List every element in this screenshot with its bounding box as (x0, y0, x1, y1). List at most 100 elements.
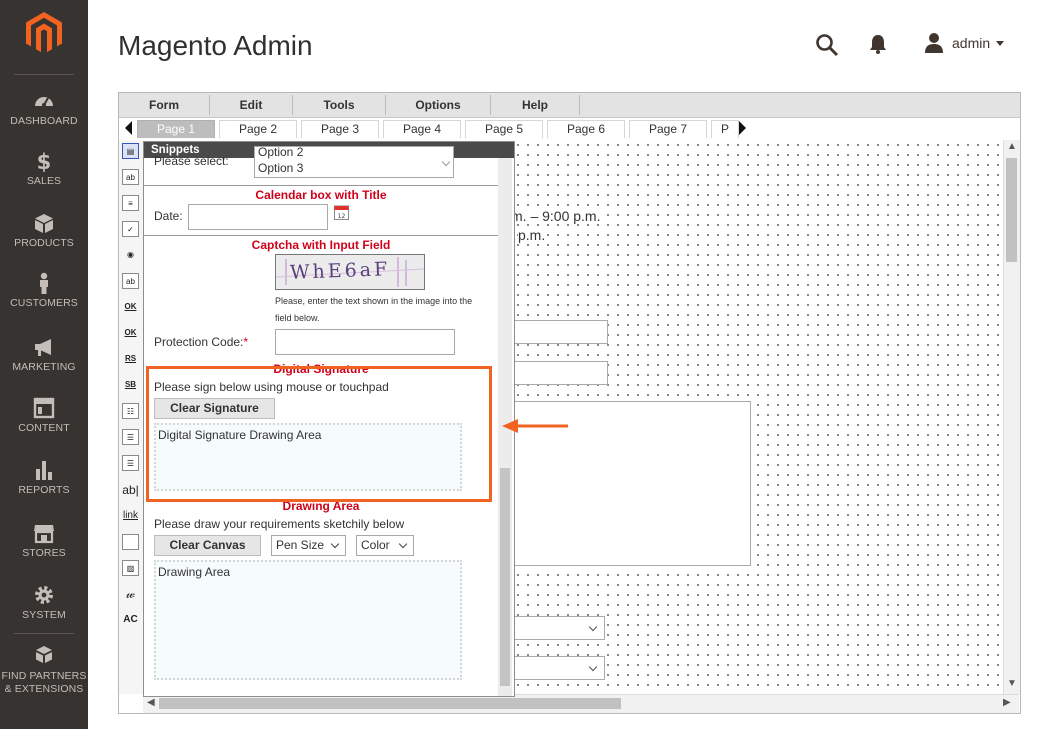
radio-tool-icon[interactable]: ◉ (122, 247, 139, 263)
sidebar-item-products[interactable]: PRODUCTS (0, 212, 88, 249)
list-option[interactable]: Option 3 (258, 161, 303, 175)
layout-icon (33, 397, 55, 419)
scroll-right-arrow-icon[interactable] (739, 121, 746, 135)
pen-size-select[interactable]: Pen Size (271, 535, 346, 556)
listbox-tool-icon[interactable]: ☷ (122, 403, 139, 419)
form-text-field[interactable] (513, 361, 608, 385)
menu-tools[interactable]: Tools (293, 95, 386, 115)
sidebar-item-dashboard[interactable]: DASHBOARD (0, 90, 88, 127)
options-listbox[interactable]: Option 2 Option 3 (254, 145, 454, 178)
sidebar-item-label: FIND PARTNERS & EXTENSIONS (1, 670, 87, 695)
link-tool-icon[interactable]: link (122, 508, 139, 524)
scroll-left-arrow-icon[interactable] (125, 121, 132, 135)
tab-page-6[interactable]: Page 6 (547, 120, 625, 138)
sidebar-item-marketing[interactable]: MARKETING (0, 336, 88, 373)
signature-highlight-box (146, 366, 492, 502)
tab-page-3[interactable]: Page 3 (301, 120, 379, 138)
svg-text:$: $ (37, 150, 52, 172)
sidebar-item-label: MARKETING (12, 361, 76, 373)
color-select[interactable]: Color (356, 535, 414, 556)
form-select[interactable] (513, 656, 605, 680)
captcha-hint: Please, enter the text shown in the imag… (275, 296, 473, 306)
scrollbar-thumb[interactable] (159, 698, 621, 709)
bell-icon[interactable] (868, 33, 888, 55)
captcha-text: WhE6aF (289, 258, 391, 284)
label-tool-icon[interactable]: ab (122, 273, 139, 289)
menu-options[interactable]: Options (386, 95, 491, 115)
tab-page-5[interactable]: Page 5 (465, 120, 543, 138)
grid-tool-icon[interactable]: ☰ (122, 455, 139, 471)
scrollbar-thumb[interactable] (500, 468, 510, 686)
protection-code-label: Protection Code:* (154, 335, 248, 349)
protection-code-field[interactable] (275, 329, 455, 355)
user-menu[interactable]: admin (952, 35, 990, 51)
drawing-instruction: Please draw your requirements sketchily … (154, 517, 405, 531)
sidebar-divider (14, 633, 74, 634)
tab-page-8[interactable]: P (711, 120, 739, 138)
chevron-right-icon[interactable]: ▶ (1003, 697, 1011, 708)
image-tool-icon[interactable]: ▨ (122, 560, 139, 576)
cube-icon (35, 214, 53, 233)
sidebar-item-reports[interactable]: REPORTS (0, 459, 88, 496)
ok-button-2-tool-icon[interactable]: OK (122, 325, 139, 341)
megaphone-icon (35, 339, 51, 356)
sidebar-item-find-partners[interactable]: FIND PARTNERS & EXTENSIONS (0, 645, 88, 696)
list-option[interactable]: Option 2 (258, 145, 303, 159)
menu-edit[interactable]: Edit (210, 95, 293, 115)
sidebar-item-label: DASHBOARD (10, 115, 78, 127)
chevron-down-icon[interactable]: ▼ (1007, 678, 1017, 689)
sidebar-divider (14, 74, 74, 75)
page-tabs: Page 1 Page 2 Page 3 Page 4 Page 5 Page … (119, 119, 1020, 139)
menu-help[interactable]: Help (491, 95, 580, 115)
sidebar-item-stores[interactable]: STORES (0, 522, 88, 559)
sidebar-item-system[interactable]: SYSTEM (0, 584, 88, 621)
calendar-icon[interactable]: 12 (334, 204, 349, 220)
date-field[interactable] (188, 204, 328, 230)
protection-code-label-text: Protection Code: (154, 335, 244, 349)
sidebar-item-content[interactable]: CONTENT (0, 397, 88, 434)
tab-page-4[interactable]: Page 4 (383, 120, 461, 138)
tab-page-2[interactable]: Page 2 (219, 120, 297, 138)
chevron-up-icon[interactable]: ▲ (1007, 141, 1017, 152)
calendar-heading: Calendar box with Title (255, 188, 387, 202)
rectangle-tool-icon[interactable] (122, 534, 139, 550)
chevron-left-icon[interactable]: ◀ (147, 697, 155, 708)
sidebar-item-customers[interactable]: CUSTOMERS (0, 272, 88, 309)
tab-page-1[interactable]: Page 1 (137, 120, 215, 138)
combobox-tool-icon[interactable]: ☰ (122, 429, 139, 445)
form-text-field[interactable] (513, 320, 608, 344)
signature-tool-icon[interactable]: 𝓌 (122, 586, 139, 602)
user-icon[interactable] (924, 32, 944, 54)
sidebar-item-sales[interactable]: $ SALES (0, 150, 88, 187)
canvas-vertical-scrollbar[interactable]: ▲ ▼ (1003, 140, 1020, 694)
clear-canvas-button[interactable]: Clear Canvas (154, 535, 261, 556)
captcha-tool-icon[interactable]: AC (122, 612, 139, 628)
tool-palette: ▤ ab ≡ ✓ ◉ ab OK OK RS SB ☷ ☰ ☰ ab| link… (119, 140, 143, 694)
store-icon (34, 525, 54, 544)
textarea-tool-icon[interactable]: ≡ (122, 195, 139, 211)
search-icon[interactable] (815, 33, 839, 57)
dashboard-icon (35, 97, 53, 107)
textbox-tool-icon[interactable]: ab (122, 169, 139, 185)
chevron-down-icon[interactable] (996, 41, 1004, 46)
tab-page-7[interactable]: Page 7 (629, 120, 707, 138)
checkbox-tool-icon[interactable]: ✓ (122, 221, 139, 237)
admin-sidebar: DASHBOARD $ SALES PRODUCTS CUSTOMERS MAR… (0, 0, 88, 729)
blocks-icon (36, 646, 52, 663)
text-tool-icon[interactable]: ab| (122, 482, 139, 498)
form-select[interactable] (513, 616, 605, 640)
please-select-label: Please select: (154, 154, 229, 168)
chevron-down-icon[interactable] (441, 157, 451, 167)
reset-button-tool-icon[interactable]: RS (122, 351, 139, 367)
submit-button-tool-icon[interactable]: SB (122, 377, 139, 393)
ok-button-tool-icon[interactable]: OK (122, 299, 139, 315)
snippet-divider (144, 185, 498, 186)
magento-logo[interactable] (26, 12, 62, 54)
drawing-area[interactable]: Drawing Area (154, 560, 462, 680)
menu-form[interactable]: Form (119, 95, 210, 115)
select-tool-icon[interactable]: ▤ (122, 143, 139, 159)
required-asterisk: * (243, 335, 249, 349)
sidebar-item-label: CUSTOMERS (10, 297, 78, 309)
scrollbar-thumb[interactable] (1006, 158, 1017, 262)
sidebar-item-label: REPORTS (18, 484, 70, 496)
